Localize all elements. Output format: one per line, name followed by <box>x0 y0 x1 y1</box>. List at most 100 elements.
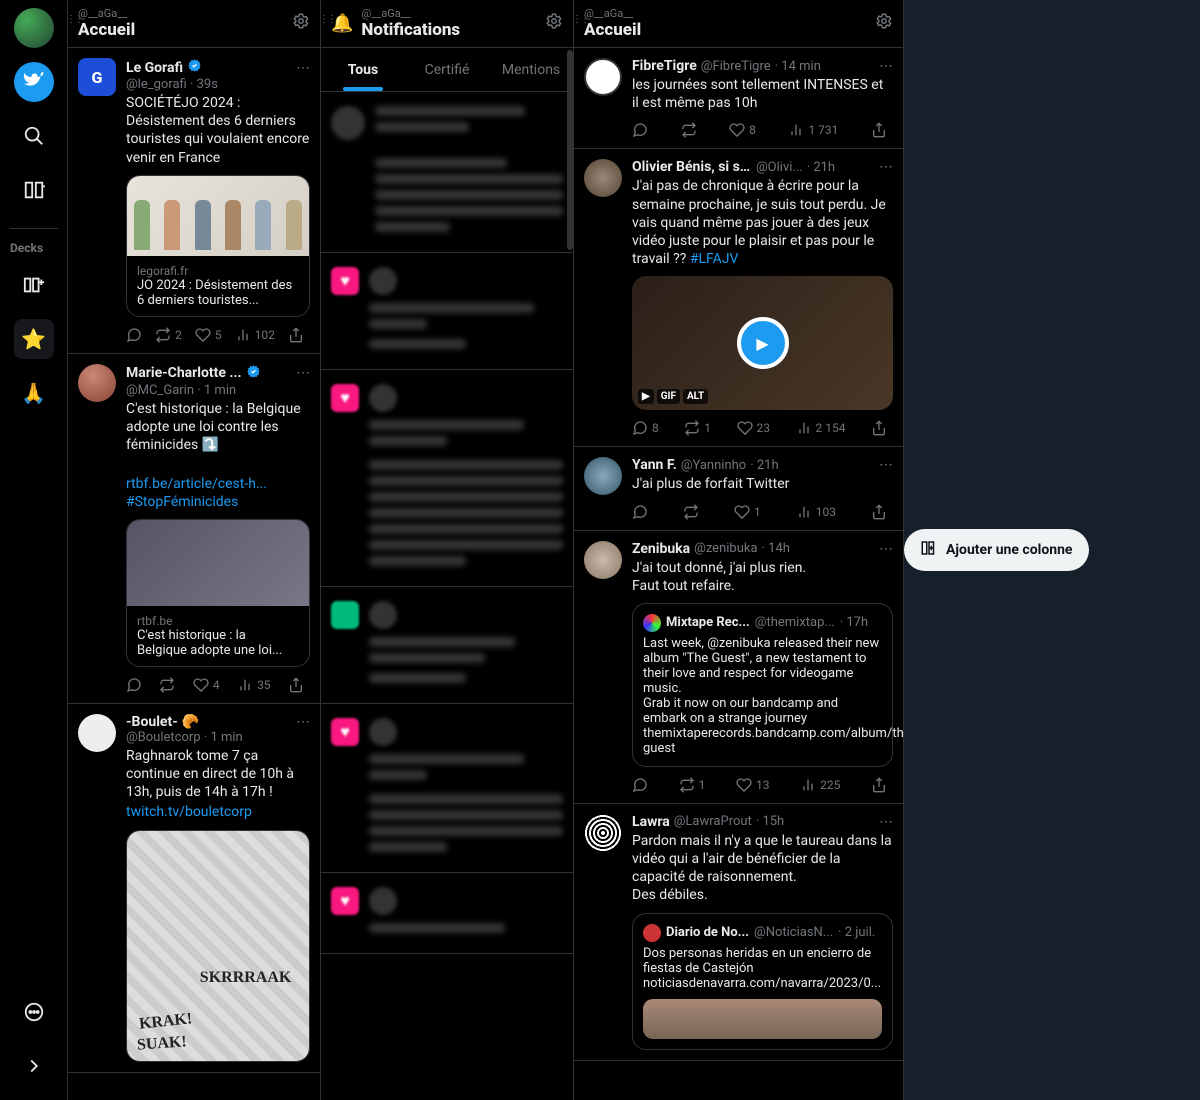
tab-verified[interactable]: Certifié <box>405 48 489 91</box>
reply-button[interactable] <box>126 677 142 693</box>
retweet-button[interactable] <box>159 677 175 693</box>
tab-all[interactable]: Tous <box>321 48 405 91</box>
views-button[interactable]: 102 <box>235 327 275 343</box>
like-button[interactable]: 1 <box>734 504 761 520</box>
media-image[interactable]: KRAK! SUAK! SKRRRAAK <box>126 830 310 1062</box>
author-name[interactable]: Marie-Charlotte ... <box>126 365 242 381</box>
author-name[interactable]: -Boulet- <box>126 714 178 730</box>
retweet-button[interactable]: 1 <box>684 420 711 436</box>
video-player[interactable]: ▶ ▶ GIF ALT <box>632 276 893 410</box>
more-icon[interactable]: ⋯ <box>879 541 893 557</box>
manage-columns-button[interactable] <box>14 170 54 210</box>
notification-item[interactable]: ♥ <box>321 253 573 370</box>
retweet-button[interactable] <box>681 122 697 138</box>
drag-handle-icon[interactable]: ⋮⋮ <box>321 14 335 25</box>
column-settings-button[interactable] <box>292 12 310 34</box>
views-button[interactable]: 103 <box>796 504 836 520</box>
avatar[interactable] <box>584 541 622 579</box>
tweet[interactable]: Marie-Charlotte ... ⋯ @MC_Garin · 1 min … <box>68 354 320 704</box>
heart-icon: ♥ <box>331 384 359 412</box>
tweet[interactable]: Yann F. @Yanninho · 21h ⋯ J'ai plus de f… <box>574 447 903 530</box>
avatar[interactable] <box>78 364 116 402</box>
tab-mentions[interactable]: Mentions <box>489 48 573 91</box>
badge-alt[interactable]: ALT <box>683 389 708 404</box>
reply-button[interactable]: 8 <box>632 420 659 436</box>
avatar[interactable] <box>78 714 116 752</box>
column-handle: @__aGa__ <box>78 7 135 20</box>
pray-icon: 🙏 <box>22 381 46 405</box>
notification-item[interactable] <box>321 587 573 704</box>
tweet-link[interactable]: rtbf.be/article/cest-h... <box>126 476 267 492</box>
share-button[interactable] <box>871 420 887 436</box>
tweet[interactable]: FibreTigre @FibreTigre · 14 min ⋯ les jo… <box>574 48 903 149</box>
column-settings-button[interactable] <box>545 12 563 34</box>
play-icon[interactable]: ▶ <box>737 317 789 369</box>
hashtag[interactable]: #StopFéminicides <box>126 494 238 510</box>
quoted-tweet[interactable]: Diario de No... @NoticiasN... · 2 juil. … <box>632 913 893 1050</box>
retweet-button[interactable] <box>683 504 699 520</box>
drag-handle-icon[interactable]: ⋮⋮ <box>68 14 82 25</box>
reply-button[interactable] <box>126 327 142 343</box>
link-card[interactable]: rtbf.be C'est historique : la Belgique a… <box>126 519 310 667</box>
like-button[interactable]: 4 <box>193 677 220 693</box>
more-icon[interactable]: ⋯ <box>879 58 893 74</box>
more-button[interactable] <box>14 992 54 1032</box>
avatar[interactable] <box>584 457 622 495</box>
avatar[interactable] <box>584 814 622 852</box>
search-button[interactable] <box>14 116 54 156</box>
link-card[interactable]: legorafi.fr JO 2024 : Désistement des 6 … <box>126 175 310 317</box>
tweet[interactable]: Olivier Bénis, si si c'... @Olivi... · 2… <box>574 149 903 447</box>
more-icon[interactable]: ⋯ <box>879 159 893 175</box>
more-icon[interactable]: ⋯ <box>296 365 310 381</box>
compose-button[interactable] <box>14 62 54 102</box>
more-icon[interactable]: ⋯ <box>879 814 893 830</box>
like-button[interactable]: 23 <box>737 420 771 436</box>
column-settings-button[interactable] <box>875 12 893 34</box>
retweet-button[interactable]: 2 <box>155 327 182 343</box>
notification-item[interactable]: ♥ <box>321 704 573 873</box>
views-button[interactable]: 2 154 <box>796 420 846 436</box>
share-button[interactable] <box>871 777 887 793</box>
notification-item[interactable] <box>321 92 573 253</box>
columns-icon <box>22 178 46 202</box>
drag-handle-icon[interactable]: ⋮⋮ <box>574 14 588 25</box>
more-icon[interactable]: ⋯ <box>296 714 310 730</box>
notification-item[interactable]: ♥ <box>321 873 573 954</box>
reply-button[interactable] <box>632 504 648 520</box>
account-avatar[interactable] <box>14 8 54 48</box>
views-button[interactable]: 1 731 <box>788 122 838 138</box>
share-button[interactable] <box>871 504 887 520</box>
author-handle[interactable]: @le_gorafi <box>126 77 187 92</box>
views-button[interactable]: 35 <box>237 677 271 693</box>
tweet[interactable]: G Le Gorafi ⋯ @le_gorafi · 39s SOCIÉTÉJO… <box>68 48 320 354</box>
reply-button[interactable] <box>632 122 648 138</box>
like-button[interactable]: 5 <box>195 327 222 343</box>
card-title: JO 2024 : Désistement des 6 derniers tou… <box>137 278 299 308</box>
add-column-button[interactable]: Ajouter une colonne <box>904 529 1089 571</box>
more-icon[interactable]: ⋯ <box>296 60 310 76</box>
author-name[interactable]: Le Gorafi <box>126 60 183 76</box>
collapse-button[interactable] <box>14 1046 54 1086</box>
deck-pray[interactable]: 🙏 <box>14 373 54 413</box>
badge-gif: GIF <box>657 389 680 404</box>
more-icon[interactable]: ⋯ <box>879 457 893 473</box>
deck-star[interactable]: ⭐ <box>14 319 54 359</box>
tweet[interactable]: Lawra @LawraProut · 15h ⋯ Pardon mais il… <box>574 804 903 1061</box>
retweet-button[interactable]: 1 <box>679 777 706 793</box>
tweet-time[interactable]: 39s <box>197 77 218 92</box>
quoted-tweet[interactable]: Mixtape Rec... @themixtap... · 17h Last … <box>632 603 893 767</box>
notification-item[interactable]: ♥ <box>321 370 573 587</box>
views-button[interactable]: 225 <box>800 777 840 793</box>
avatar[interactable] <box>584 159 622 197</box>
tweet[interactable]: -Boulet- 🥐 ⋯ @Bouletcorp · 1 min Raghnar… <box>68 704 320 1073</box>
like-button[interactable]: 13 <box>736 777 770 793</box>
share-button[interactable] <box>288 677 304 693</box>
share-button[interactable] <box>871 122 887 138</box>
reply-button[interactable] <box>632 777 648 793</box>
avatar[interactable]: G <box>78 58 116 96</box>
avatar[interactable] <box>584 58 622 96</box>
like-button[interactable]: 8 <box>729 122 756 138</box>
tweet[interactable]: Zenibuka @zenibuka · 14h ⋯ J'ai tout don… <box>574 531 903 804</box>
new-deck-button[interactable] <box>14 265 54 305</box>
share-button[interactable] <box>288 327 304 343</box>
